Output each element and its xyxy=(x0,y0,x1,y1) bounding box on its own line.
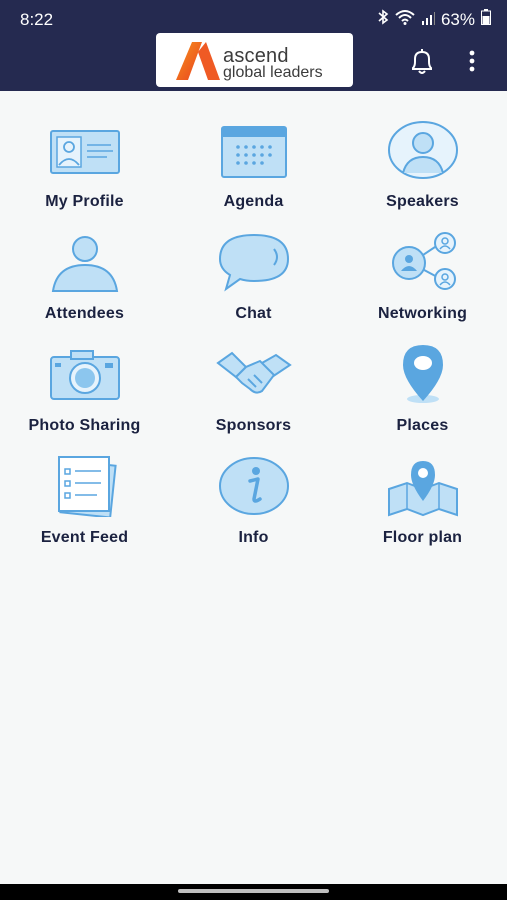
logo-text-global-leaders: global leaders xyxy=(223,64,323,81)
handshake-icon xyxy=(215,351,292,394)
tile-label: Networking xyxy=(377,305,468,322)
status-icons: 63% xyxy=(377,9,491,30)
tile-floor-plan[interactable]: Floor plan xyxy=(338,435,507,547)
ascend-logo-mark-icon xyxy=(176,42,220,80)
tile-label: Floor plan xyxy=(382,529,463,546)
app-logo: ascend global leaders xyxy=(156,33,353,87)
id-card-icon xyxy=(49,130,120,174)
app-bar: ascend global leaders xyxy=(0,33,507,91)
floor-plan-map-icon xyxy=(387,461,458,517)
tile-my-profile[interactable]: My Profile xyxy=(0,99,169,211)
tile-label: Event Feed xyxy=(40,529,129,546)
tile-label: Chat xyxy=(235,305,272,322)
tile-label: Speakers xyxy=(386,193,459,210)
signal-icon xyxy=(421,10,435,30)
status-time: 8:22 xyxy=(20,10,54,29)
map-pin-icon xyxy=(402,345,443,403)
tile-places[interactable]: Places xyxy=(338,323,507,435)
speaker-avatar-icon xyxy=(387,121,458,179)
system-nav-bar xyxy=(0,884,507,900)
wifi-icon xyxy=(395,9,415,30)
battery-percent: 63% xyxy=(440,9,475,29)
tile-label: My Profile xyxy=(45,193,124,210)
tile-label: Sponsors xyxy=(215,417,292,434)
person-icon xyxy=(51,236,118,292)
tile-networking[interactable]: Networking xyxy=(338,211,507,323)
battery-icon xyxy=(481,9,491,30)
tile-event-feed[interactable]: Event Feed xyxy=(0,435,169,547)
tile-photo-sharing[interactable]: Photo Sharing xyxy=(0,323,169,435)
notifications-bell-icon[interactable] xyxy=(407,47,437,82)
tile-agenda[interactable]: Agenda xyxy=(169,99,338,211)
tile-label: Places xyxy=(396,417,449,434)
home-gesture-handle[interactable] xyxy=(178,889,329,893)
tile-info[interactable]: Info xyxy=(169,435,338,547)
info-icon xyxy=(218,457,289,515)
tile-label: Photo Sharing xyxy=(28,417,141,434)
tile-chat[interactable]: Chat xyxy=(169,211,338,323)
chat-bubble-icon xyxy=(218,233,289,292)
tile-sponsors[interactable]: Sponsors xyxy=(169,323,338,435)
bluetooth-icon xyxy=(377,9,389,30)
tile-attendees[interactable]: Attendees xyxy=(0,211,169,323)
overflow-menu-icon[interactable] xyxy=(468,50,476,77)
tile-label: Agenda xyxy=(223,193,284,210)
camera-icon xyxy=(49,350,120,400)
tile-label: Info xyxy=(238,529,269,546)
tile-label: Attendees xyxy=(44,305,125,322)
network-icon xyxy=(391,232,456,290)
calendar-icon xyxy=(220,126,287,178)
feed-cards-icon xyxy=(57,456,117,517)
tile-speakers[interactable]: Speakers xyxy=(338,99,507,211)
